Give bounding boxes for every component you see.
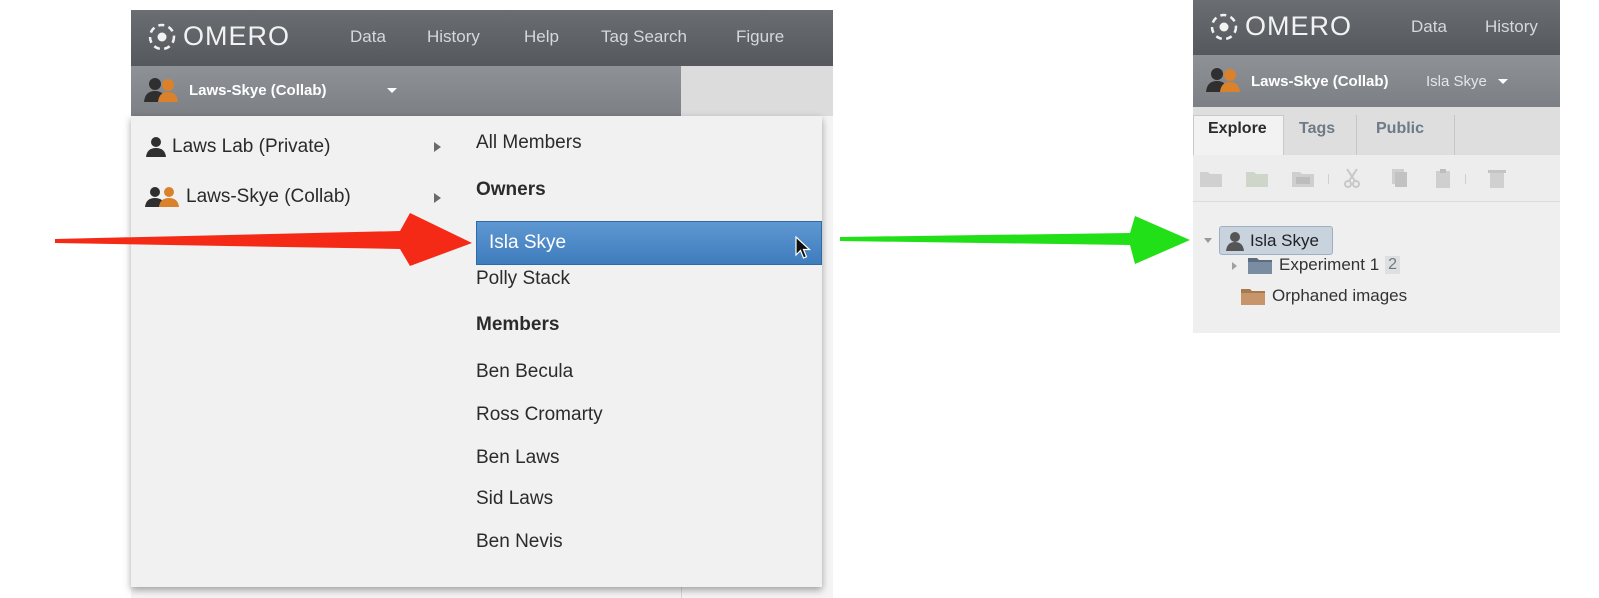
tree-node-user[interactable]: Isla Skye	[1219, 226, 1333, 255]
group-switcher-bar[interactable]: Laws-Skye (Collab)	[131, 66, 681, 116]
child-count-badge: 2	[1385, 256, 1401, 274]
tree-toolbar	[1193, 155, 1560, 202]
current-group-label: Laws-Skye (Collab)	[189, 82, 327, 99]
new-screen-icon[interactable]	[1291, 168, 1315, 188]
group-item-laws-lab[interactable]: Laws Lab (Private)	[145, 136, 330, 158]
chevron-down-icon[interactable]	[1498, 79, 1508, 84]
member-item-all[interactable]: All Members	[476, 132, 582, 154]
paste-icon[interactable]	[1431, 168, 1455, 188]
cut-icon[interactable]	[1340, 168, 1364, 188]
group-users-icon	[145, 187, 179, 207]
chevron-down-icon[interactable]	[387, 88, 397, 93]
subbar-right-area	[681, 66, 833, 116]
new-project-icon[interactable]	[1199, 168, 1223, 188]
tree-node-user-label: Isla Skye	[1250, 231, 1319, 250]
tree-node-project-label: Experiment 1	[1279, 255, 1380, 274]
tab-divider	[1356, 115, 1357, 155]
member-item[interactable]: Polly Stack	[476, 268, 570, 290]
group-users-icon	[1206, 68, 1240, 92]
members-header: Members	[476, 314, 560, 335]
tab-tags[interactable]: Tags	[1299, 120, 1335, 138]
group-user-dropdown: Laws Lab (Private) Laws-Skye (Collab) Al…	[131, 116, 822, 587]
data-tree: Isla Skye Experiment 1 2 Orphaned images	[1193, 202, 1560, 333]
toolbar-divider	[1328, 174, 1329, 184]
owners-header: Owners	[476, 179, 546, 200]
red-arrow	[55, 213, 472, 266]
member-item[interactable]: Sid Laws	[476, 488, 553, 510]
nav-data[interactable]: Data	[350, 27, 386, 47]
copy-icon[interactable]	[1386, 168, 1410, 188]
group-switcher-bar[interactable]: Laws-Skye (Collab) Isla Skye	[1193, 55, 1560, 107]
right-top-navbar: OMERO Data History	[1193, 0, 1560, 55]
nav-history[interactable]: History	[1485, 17, 1538, 37]
user-icon	[1226, 232, 1244, 251]
member-item[interactable]: Ben Nevis	[476, 531, 563, 553]
group-item-label: Laws Lab (Private)	[172, 136, 331, 157]
tab-public[interactable]: Public	[1376, 120, 1424, 138]
tab-divider	[1454, 115, 1455, 155]
nav-figure[interactable]: Figure	[736, 27, 784, 47]
single-user-icon	[146, 137, 166, 157]
expand-down-icon[interactable]	[1204, 238, 1212, 243]
new-dataset-icon[interactable]	[1245, 168, 1269, 188]
nav-tag-search[interactable]: Tag Search	[601, 27, 687, 47]
group-users-icon	[144, 78, 178, 102]
tree-node-project[interactable]: Experiment 1 2	[1247, 255, 1401, 275]
delete-icon[interactable]	[1485, 168, 1509, 188]
mouse-cursor-icon	[795, 236, 811, 259]
omero-logo-icon	[1210, 13, 1238, 40]
left-top-navbar: OMERO Data History Help Tag Search Figur…	[131, 10, 833, 66]
nav-data[interactable]: Data	[1411, 17, 1447, 37]
member-item-label: Isla Skye	[489, 232, 567, 253]
submenu-arrow-icon	[434, 142, 441, 152]
omero-logo-icon	[148, 23, 176, 50]
omero-logo[interactable]: OMERO	[147, 21, 290, 52]
current-group-label: Laws-Skye (Collab)	[1251, 73, 1389, 90]
member-item-selected[interactable]: Isla Skye	[476, 221, 822, 265]
green-arrow	[840, 216, 1190, 264]
logo-text: OMERO	[1245, 11, 1353, 41]
member-item[interactable]: Ben Becula	[476, 361, 573, 383]
omero-logo[interactable]: OMERO	[1209, 11, 1352, 42]
tree-node-orphaned-label: Orphaned images	[1272, 286, 1408, 305]
current-user-label: Isla Skye	[1426, 73, 1487, 90]
nav-history[interactable]: History	[427, 27, 480, 47]
right-panel: OMERO Data History Laws-Skye (Collab) Is…	[1193, 0, 1560, 333]
group-item-label: Laws-Skye (Collab)	[186, 186, 351, 207]
nav-help[interactable]: Help	[524, 27, 559, 47]
toolbar-divider	[1465, 174, 1466, 184]
group-item-laws-skye[interactable]: Laws-Skye (Collab)	[145, 186, 351, 208]
logo-text: OMERO	[183, 21, 291, 51]
member-item[interactable]: Ross Cromarty	[476, 404, 603, 426]
project-folder-icon	[1248, 258, 1272, 274]
orphaned-folder-icon	[1241, 289, 1265, 305]
member-item[interactable]: Ben Laws	[476, 447, 559, 469]
tab-explore[interactable]: Explore	[1208, 120, 1267, 138]
tree-tabs: Explore Tags Public	[1193, 107, 1560, 155]
tree-node-orphaned[interactable]: Orphaned images	[1240, 286, 1407, 306]
submenu-arrow-icon	[434, 193, 441, 203]
expand-right-icon[interactable]	[1232, 262, 1237, 270]
